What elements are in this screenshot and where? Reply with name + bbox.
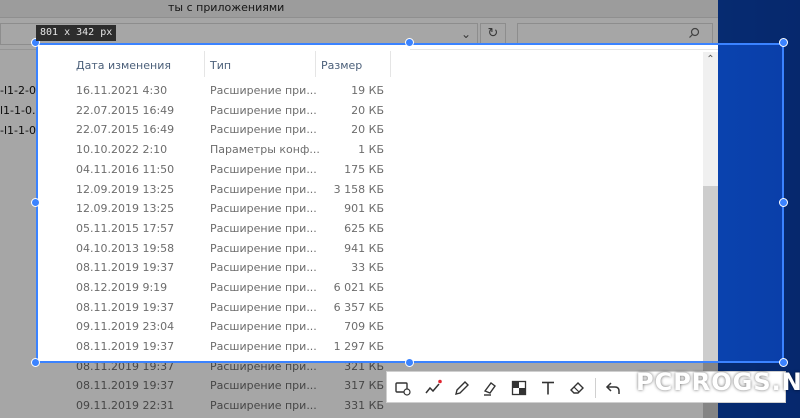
text-tool-button[interactable]: [537, 377, 559, 399]
cell-size: 1 КБ: [358, 143, 384, 157]
cell-size: 20 КБ: [351, 103, 384, 117]
cell-date: 16.11.2021 4:30: [76, 84, 168, 97]
cell-type: Расширение при...: [210, 221, 317, 235]
cell-type: Расширение при...: [210, 300, 317, 314]
line-tool-button[interactable]: [422, 377, 444, 399]
cell-date: 05.11.2015 17:57: [76, 221, 175, 235]
cell-date: 08.11.2019 19:37: [76, 340, 175, 354]
cell-size: 175 КБ: [344, 162, 384, 176]
cell-type: Расширение при...: [210, 84, 317, 97]
resize-handle-top[interactable]: [405, 38, 414, 47]
cell-size: 3 158 КБ: [333, 182, 384, 196]
mosaic-tool-button[interactable]: [508, 377, 530, 399]
cell-size: 20 КБ: [351, 123, 384, 137]
table-row[interactable]: 12.09.2019 13:25 Расширение при... 3 158 К…: [76, 180, 396, 200]
cell-size: 33 КБ: [351, 261, 384, 275]
marker-icon: [483, 382, 496, 396]
cell-date: 08.12.2019 9:19: [76, 281, 168, 294]
table-row[interactable]: 04.10.2013 19:58 Расширение при... 941 КБ: [76, 239, 396, 259]
table-row[interactable]: 04.11.2016 11:50 Расширение при... 175 КБ: [76, 160, 396, 180]
cell-type: Расширение при...: [210, 241, 317, 255]
resize-handle-left[interactable]: [31, 198, 40, 207]
cell-date: 04.10.2013 19:58: [76, 241, 175, 255]
table-row[interactable]: 05.11.2015 17:57 Расширение при... 625 КБ: [76, 219, 396, 239]
cell-type: Расширение при...: [210, 281, 317, 294]
rectangle-tool-button[interactable]: [392, 377, 414, 399]
cell-type: Расширение при...: [210, 182, 317, 196]
table-row[interactable]: 09.11.2019 23:04 Расширение при... 709 КБ: [76, 317, 396, 337]
cell-size: 6 357 КБ: [333, 300, 384, 314]
file-list: 16.11.2021 4:30 Расширение при... 19 КБ 22.…: [36, 43, 410, 363]
watermark-logo: PCPROGS.NET: [636, 368, 800, 396]
cell-size: 6 021 КБ: [333, 281, 384, 294]
cell-size: 1 297 КБ: [333, 340, 384, 354]
cell-date: 22.07.2015 16:49: [76, 123, 175, 137]
cell-date: 10.10.2022 2:10: [76, 143, 168, 157]
cell-size: 941 КБ: [344, 241, 384, 255]
resize-handle-right[interactable]: [779, 198, 788, 207]
mosaic-icon: [511, 380, 527, 396]
resize-handle-bottom-right[interactable]: [779, 358, 788, 367]
cell-type: Расширение при...: [210, 202, 317, 216]
cell-type: Расширение при...: [210, 103, 317, 117]
undo-icon: [605, 382, 620, 394]
cell-size: 901 КБ: [344, 202, 384, 216]
table-row[interactable]: 08.11.2019 19:37 Расширение при... 33 КБ: [76, 258, 396, 278]
toolbar-divider: [595, 378, 596, 398]
cell-type: Расширение при...: [210, 320, 317, 334]
table-row[interactable]: 12.09.2019 13:25 Расширение при... 901 КБ: [76, 199, 396, 219]
cell-size: 19 КБ: [351, 84, 384, 97]
dim-overlay-top: [0, 0, 800, 43]
cell-date: 09.11.2019 23:04: [76, 320, 175, 334]
cell-date: 22.07.2015 16:49: [76, 103, 175, 117]
cell-type: Параметры конф...: [210, 143, 320, 157]
cell-type: Расширение при...: [210, 261, 317, 275]
cell-type: Расширение при...: [210, 123, 317, 137]
cell-date: 04.11.2016 11:50: [76, 162, 175, 176]
cell-size: 625 КБ: [344, 221, 384, 235]
resize-handle-bottom[interactable]: [405, 358, 414, 367]
cell-date: 08.11.2019 19:37: [76, 300, 175, 314]
rectangle-icon: [395, 382, 411, 396]
table-row[interactable]: 08.12.2019 9:19 Расширение при... 6 021 КБ: [76, 278, 396, 298]
table-row[interactable]: 10.10.2022 2:10 Параметры конф... 1 КБ: [76, 140, 396, 160]
pen-tool-button[interactable]: [451, 377, 473, 399]
cell-type: Расширение при...: [210, 162, 317, 176]
pen-icon: [455, 381, 469, 395]
marker-tool-button[interactable]: [479, 377, 501, 399]
eraser-icon: [570, 382, 584, 394]
cell-type: Расширение при...: [210, 340, 317, 354]
cell-date: 12.09.2019 13:25: [76, 182, 175, 196]
text-icon: [542, 381, 554, 395]
selection-size-label: 801 x 342 px: [36, 25, 117, 41]
table-row[interactable]: 22.07.2015 16:49 Расширение при... 20 КБ: [76, 101, 396, 121]
polyline-icon: [425, 379, 442, 394]
eraser-tool-button[interactable]: [566, 377, 588, 399]
scroll-up-icon[interactable]: ⌃: [703, 54, 718, 68]
table-row[interactable]: 16.11.2021 4:30 Расширение при... 19 КБ: [76, 81, 396, 101]
table-row[interactable]: 08.11.2019 19:37 Расширение при... 6 357 К…: [76, 298, 396, 318]
cell-date: 12.09.2019 13:25: [76, 202, 175, 216]
resize-handle-bottom-left[interactable]: [31, 358, 40, 367]
cell-size: 709 КБ: [344, 320, 384, 334]
undo-tool-button[interactable]: [602, 377, 624, 399]
table-row[interactable]: 08.11.2019 19:37 Расширение при... 1 297 К…: [76, 337, 396, 357]
resize-handle-top-right[interactable]: [779, 38, 788, 47]
table-row[interactable]: 22.07.2015 16:49 Расширение при... 20 КБ: [76, 120, 396, 140]
cell-date: 08.11.2019 19:37: [76, 261, 175, 275]
